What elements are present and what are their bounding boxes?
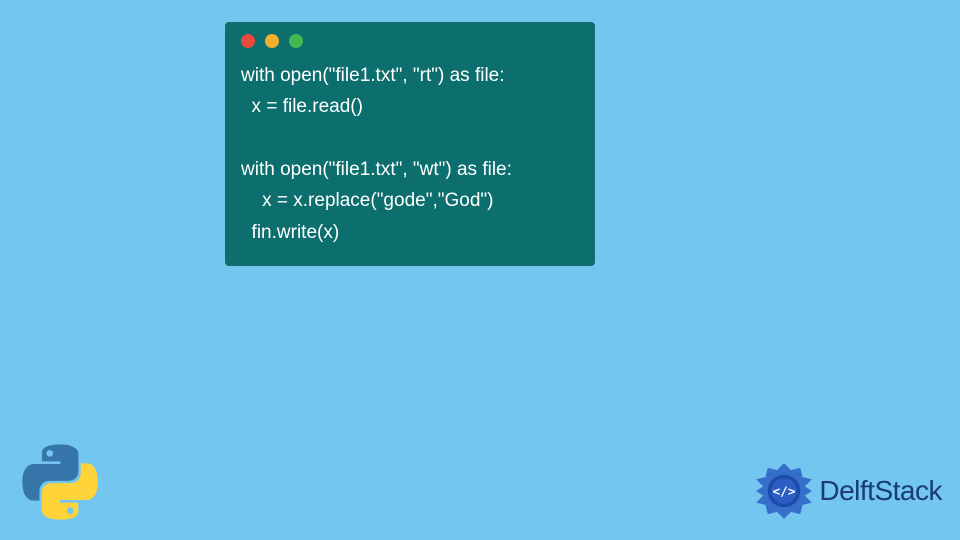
close-icon <box>241 34 255 48</box>
delftstack-brand: </> DelftStack <box>755 462 942 520</box>
maximize-icon <box>289 34 303 48</box>
python-logo-icon <box>20 442 100 522</box>
delftstack-label: DelftStack <box>819 475 942 507</box>
minimize-icon <box>265 34 279 48</box>
code-block: with open("file1.txt", "rt") as file: x … <box>225 60 595 252</box>
svg-text:</>: </> <box>773 485 796 500</box>
window-titlebar <box>225 22 595 60</box>
delftstack-logo-icon: </> <box>755 462 813 520</box>
code-window: with open("file1.txt", "rt") as file: x … <box>225 22 595 266</box>
